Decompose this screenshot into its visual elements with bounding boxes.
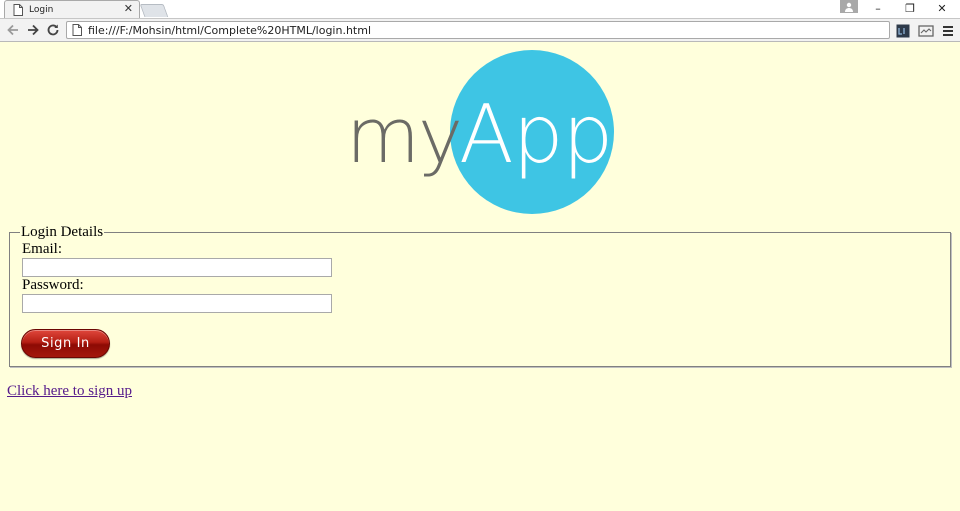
extension-icon[interactable] — [895, 23, 911, 39]
logo-text-app: App — [459, 88, 612, 181]
forward-icon[interactable] — [24, 21, 42, 39]
minimize-button[interactable]: – — [866, 0, 890, 17]
page-icon — [72, 24, 82, 36]
back-icon[interactable] — [4, 21, 22, 39]
sign-in-button[interactable]: Sign In — [21, 329, 110, 358]
close-window-button[interactable]: ✕ — [930, 0, 954, 17]
browser-titlebar: Login ✕ – ❐ ✕ — [0, 0, 960, 18]
tab-login[interactable]: Login ✕ — [4, 0, 140, 18]
login-legend: Login Details — [21, 224, 104, 240]
address-url: file:///F:/Mohsin/html/Complete%20HTML/l… — [88, 23, 372, 37]
sign-up-link[interactable]: Click here to sign up — [7, 383, 132, 400]
email-field[interactable] — [22, 258, 332, 277]
restore-button[interactable]: ❐ — [898, 0, 922, 17]
logo-text-my: my — [346, 91, 461, 180]
user-icon[interactable] — [840, 0, 858, 13]
password-label: Password: — [22, 277, 84, 293]
page-body: my App Login Details Email: Password: Si… — [0, 42, 960, 511]
tab-title: Login — [29, 4, 54, 15]
menu-icon[interactable] — [940, 23, 956, 39]
login-fieldset: Login Details Email: Password: Sign In — [9, 224, 951, 367]
myapp-logo: my App — [346, 50, 614, 214]
tab-close-icon[interactable]: ✕ — [124, 3, 133, 15]
address-bar[interactable]: file:///F:/Mohsin/html/Complete%20HTML/l… — [66, 21, 890, 39]
page-icon — [13, 3, 23, 16]
new-tab-icon[interactable] — [139, 4, 169, 17]
email-label: Email: — [22, 241, 62, 257]
password-field[interactable] — [22, 294, 332, 313]
cast-icon[interactable] — [918, 23, 934, 39]
browser-toolbar: file:///F:/Mohsin/html/Complete%20HTML/l… — [0, 18, 960, 42]
reload-icon[interactable] — [44, 21, 62, 39]
